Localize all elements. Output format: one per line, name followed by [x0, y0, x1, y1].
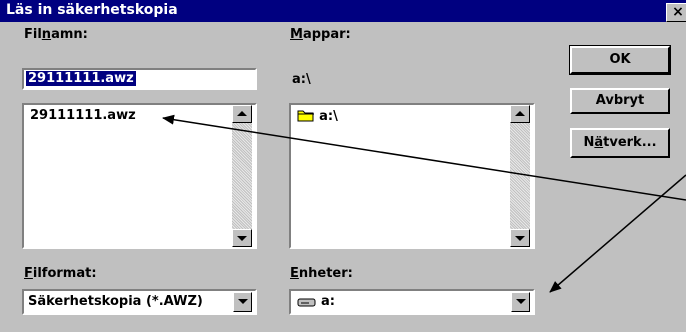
annotation-arrow — [162, 114, 686, 293]
